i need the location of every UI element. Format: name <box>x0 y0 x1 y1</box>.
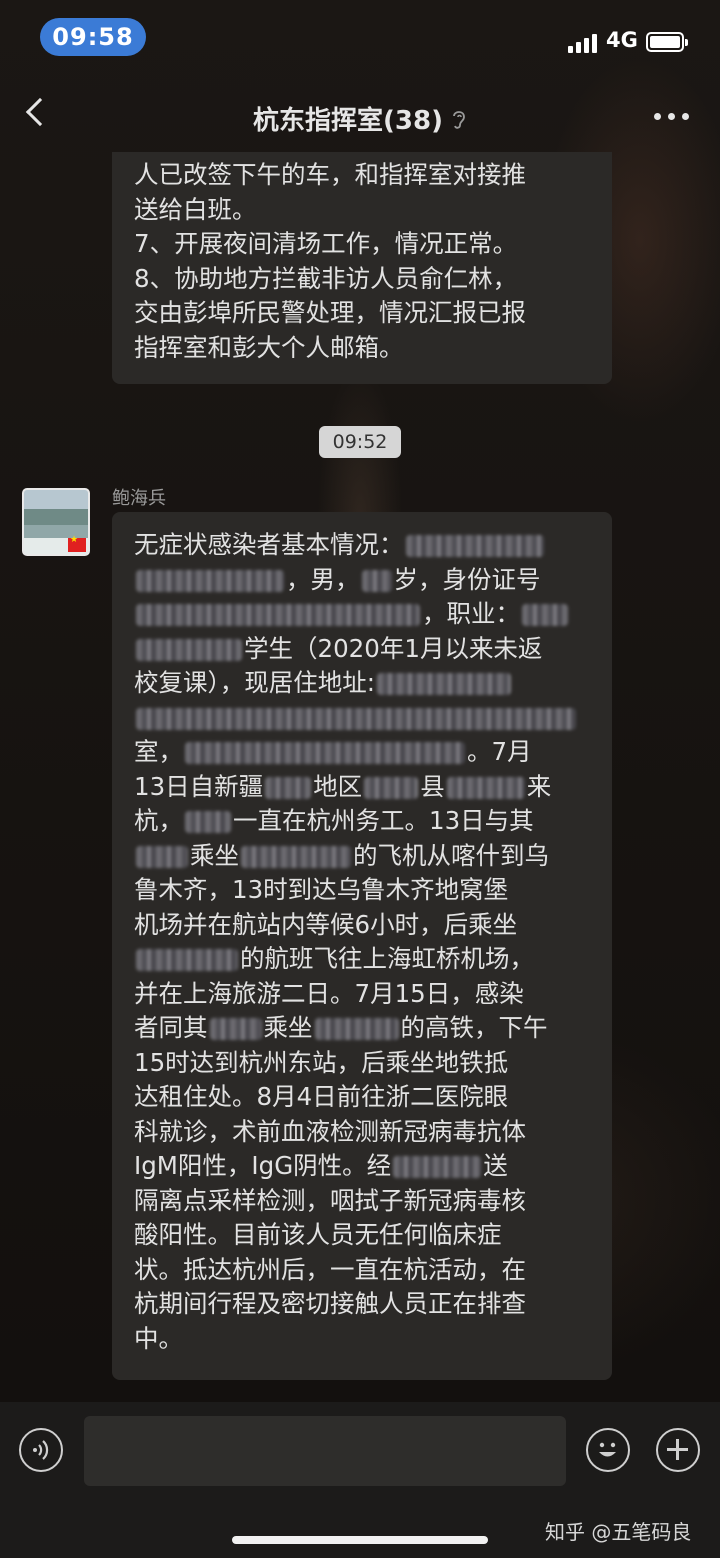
nav-bar: 杭东指挥室(38) <box>0 80 720 152</box>
message-line: 13日自新疆 地区县来 <box>134 771 552 801</box>
message-line: 学生（2020年1月以来未返 <box>134 632 590 667</box>
emoji-icon <box>599 1442 616 1457</box>
redacted-text <box>377 673 512 695</box>
message-line: 人已改签下午的车，和指挥室对接推 <box>134 160 526 189</box>
message-line: 酸阳性。目前该人员无任何临床症 <box>134 1220 502 1249</box>
message-line: 机场并在航站内等候6小时，后乘坐 <box>134 909 518 939</box>
redacted-text <box>136 707 576 730</box>
message-line: 杭， 一直在杭州务工。13日与其 <box>134 806 534 835</box>
message-line: 科就诊，术前血液检测新冠病毒抗体 <box>134 1116 526 1146</box>
message-line: 校复课），现居住地址: <box>134 666 590 701</box>
message-line <box>134 701 590 736</box>
redacted-text <box>265 776 312 799</box>
message-line: 杭期间行程及密切接触人员正在排查 <box>134 1289 526 1318</box>
message-line: 室， 。7月 <box>134 737 532 766</box>
message-line: ，男， 岁，身份证号 <box>134 563 590 598</box>
redacted-text <box>405 535 544 557</box>
message-line: 7、开展夜间清场工作，情况正常。 <box>134 229 518 258</box>
redacted-text <box>185 742 465 764</box>
sender-avatar[interactable] <box>22 488 90 556</box>
message-line: 无症状感染者基本情况： <box>134 528 590 563</box>
redacted-text <box>446 776 525 799</box>
message-bubble[interactable]: 无症状感染者基本情况： ，男， 岁，身份证号 ，职业： 学生（2020年1月以来未… <box>112 512 612 1380</box>
redacted-text <box>209 1018 262 1040</box>
message-line: 8、协助地方拦截非访人员俞仁林， <box>134 263 518 293</box>
redacted-text <box>136 638 242 661</box>
message-line: 鲁木齐，13时到达乌鲁木齐地窝堡 <box>134 875 509 904</box>
message-line: 送给白班。 <box>134 194 257 224</box>
message-line: 者同其 乘坐 的高铁，下午 <box>134 1013 548 1042</box>
battery-icon <box>646 32 688 52</box>
message-line: 隔离点采样检测，咽拭子新冠病毒核 <box>134 1185 526 1215</box>
status-time[interactable]: 09:58 <box>40 18 146 56</box>
redacted-text <box>393 1156 482 1178</box>
message-input[interactable] <box>84 1416 566 1486</box>
status-bar: 09:58 4G <box>0 0 720 80</box>
redacted-text <box>364 776 419 799</box>
message-line: 达租住处。8月4日前往浙二医院眼 <box>134 1082 509 1111</box>
network-type: 4G <box>606 28 638 52</box>
voice-button[interactable] <box>19 1428 63 1472</box>
chat-area[interactable]: 人已改签下午的车，和指挥室对接推 送给白班。 7、开展夜间清场工作，情况正常。 … <box>0 152 720 1402</box>
redacted-text <box>185 811 231 833</box>
redacted-text <box>136 604 420 626</box>
message-line: 中。 <box>134 1323 183 1353</box>
input-bar: 知乎 @五笔码良 <box>0 1402 720 1558</box>
message-line: 交由彭埠所民警处理，情况汇报已报 <box>134 298 526 327</box>
message-timestamp: 09:52 <box>319 426 401 458</box>
flag-icon <box>68 535 86 552</box>
message-line: 并在上海旅游二日。7月15日，感染 <box>134 978 524 1008</box>
redacted-text <box>241 845 351 868</box>
redacted-text <box>314 1018 399 1040</box>
redacted-text <box>136 845 188 868</box>
signal-icon <box>568 33 600 53</box>
message-line: IgM阳性，IgG阴性。经送 <box>134 1151 508 1180</box>
home-indicator[interactable] <box>232 1536 488 1544</box>
sender-name: 鲍海兵 <box>112 488 166 509</box>
redacted-text <box>361 569 392 592</box>
redacted-text <box>136 949 238 971</box>
message-line: 15时达到杭州东站，后乘坐地铁抵 <box>134 1047 509 1077</box>
ear-icon <box>453 110 465 129</box>
chat-title[interactable]: 杭东指挥室(38) <box>253 100 443 137</box>
emoji-button[interactable] <box>586 1428 630 1472</box>
add-icon[interactable] <box>656 1428 700 1472</box>
message-line: 乘坐 的飞机从喀什到乌 <box>134 839 590 874</box>
message-line: ，职业： <box>134 597 590 632</box>
watermark: 知乎 @五笔码良 <box>545 1520 692 1544</box>
previous-message-bubble[interactable]: 人已改签下午的车，和指挥室对接推 送给白班。 7、开展夜间清场工作，情况正常。 … <box>112 152 612 384</box>
redacted-text <box>136 569 284 592</box>
message-line: 状。抵达杭州后，一直在杭活动，在 <box>134 1254 526 1284</box>
message-line: 的航班飞往上海虹桥机场， <box>134 942 590 977</box>
voice-icon <box>33 1440 49 1460</box>
chat-title-wrap: 杭东指挥室(38) <box>0 100 720 137</box>
redacted-text <box>522 604 568 626</box>
more-icon[interactable] <box>654 113 690 121</box>
message-line: 指挥室和彭大个人邮箱。 <box>134 332 404 362</box>
